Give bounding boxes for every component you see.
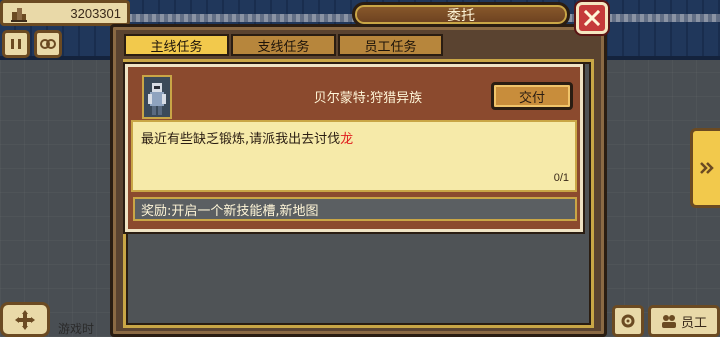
tab-staff-quest[interactable]: 员工任务: [338, 34, 443, 56]
settings-button[interactable]: [612, 305, 644, 337]
quest-giver-portrait: [142, 75, 172, 119]
quest-tabs: 主线任务 支线任务 员工任务: [124, 34, 443, 56]
deliver-button[interactable]: 交付: [491, 82, 573, 110]
modal-title-text: 委托: [447, 7, 475, 24]
staff-label: 员工: [680, 315, 707, 331]
knight-avatar-icon: [148, 83, 166, 115]
close-icon: [584, 10, 600, 26]
money-display: 3203301: [0, 0, 130, 26]
quest-description-box: 最近有些缺乏锻炼,请派我出去讨伐龙 0/1: [131, 120, 577, 192]
game-time-label: 游戏时: [58, 322, 95, 336]
pause-icon: [11, 39, 21, 49]
pause-button[interactable]: [2, 30, 30, 58]
quest-title: 贝尔蒙特:狩猎异族: [313, 91, 423, 106]
tab-main-quest[interactable]: 主线任务: [124, 34, 229, 56]
move-arrows-icon: [15, 309, 35, 330]
move-button[interactable]: [0, 302, 50, 337]
speed-button[interactable]: [34, 30, 62, 58]
expand-panel-button[interactable]: [690, 128, 720, 208]
quest-progress: 0/1: [553, 172, 569, 184]
tab-side-quest[interactable]: 支线任务: [231, 34, 336, 56]
quest-target-highlight: 龙: [340, 132, 354, 147]
speed-icon: [40, 39, 56, 49]
quest-reward: 奖励:开启一个新技能槽,新地图: [133, 197, 577, 221]
quest-card: 贝尔蒙特:狩猎异族 交付 最近有些缺乏锻炼,请派我出去讨伐龙 0/1 奖励:开启…: [125, 64, 583, 232]
buildings-icon: [11, 8, 27, 22]
money-value: 3203301: [70, 5, 121, 21]
double-chevron-right-icon: [699, 162, 714, 174]
gear-icon: [621, 314, 635, 328]
modal-title: 委托: [352, 2, 570, 27]
staff-button[interactable]: 员工: [648, 305, 720, 337]
close-button[interactable]: [576, 2, 608, 34]
quest-description: 最近有些缺乏锻炼,请派我出去讨伐龙: [141, 132, 354, 147]
people-icon: [661, 315, 676, 328]
